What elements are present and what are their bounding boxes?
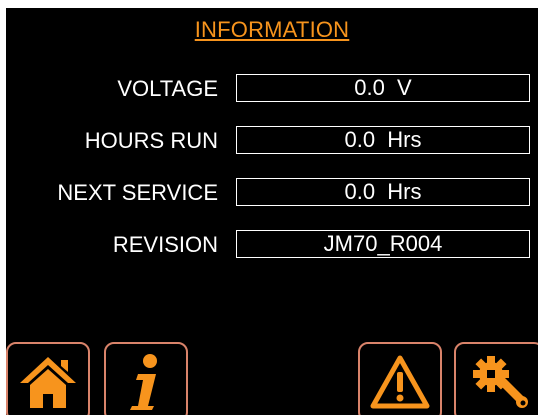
wrench-gear-icon bbox=[473, 356, 528, 408]
hours-run-value: 0.0 Hrs bbox=[236, 126, 530, 154]
page-title: INFORMATION bbox=[194, 17, 350, 42]
voltage-label: VOLTAGE bbox=[117, 76, 218, 101]
next-service-label: NEXT SERVICE bbox=[57, 180, 218, 205]
voltage-value: 0.0 V bbox=[236, 74, 530, 102]
info-button[interactable] bbox=[104, 342, 188, 415]
home-button[interactable] bbox=[6, 342, 90, 415]
display-screen: INFORMATION VOLTAGE 0.0 V HOURS RUN 0.0 … bbox=[0, 0, 544, 415]
information-panel: INFORMATION VOLTAGE 0.0 V HOURS RUN 0.0 … bbox=[6, 8, 538, 415]
next-service-value: 0.0 Hrs bbox=[236, 178, 530, 206]
warning-icon bbox=[370, 355, 430, 409]
revision-label: REVISION bbox=[112, 232, 218, 257]
service-settings-button[interactable] bbox=[454, 342, 538, 415]
revision-value: JM70_R004 bbox=[236, 230, 530, 258]
warning-button[interactable] bbox=[358, 342, 442, 415]
info-icon bbox=[130, 354, 157, 410]
home-icon bbox=[20, 357, 76, 408]
hours-run-label: HOURS RUN bbox=[84, 128, 218, 153]
